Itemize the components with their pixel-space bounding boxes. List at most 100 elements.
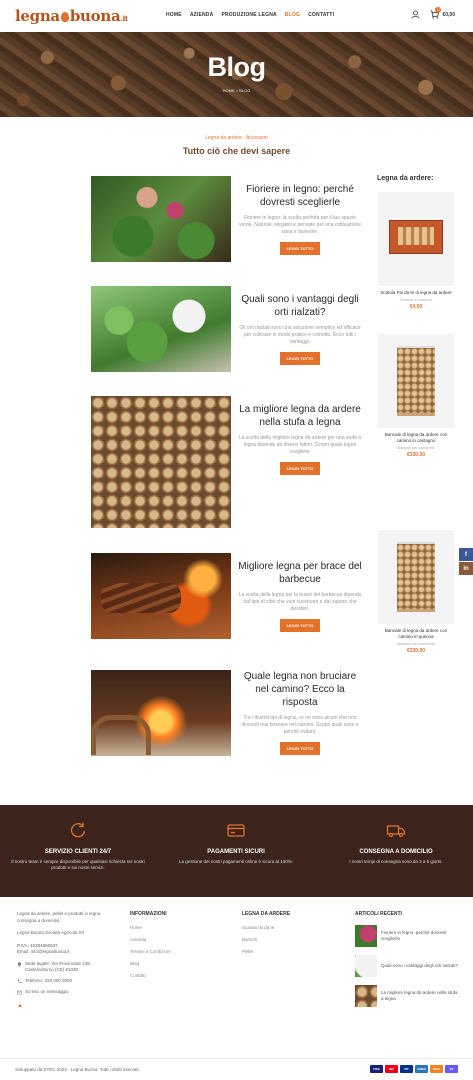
post-excerpt: Fioriere in legno: la scelta perfetta pe… [238,215,362,235]
pallet-decor [397,346,435,416]
post-stufa: La migliore legna da ardere nella stufa … [238,403,362,475]
post-title[interactable]: Quale legna non bruciare nel camino? Ecc… [238,670,362,709]
service-payments: PAGAMENTI SICURI La gestione dei nostri … [166,820,306,865]
sidebar-title: Legna da ardere: [377,175,434,182]
product-card[interactable]: Bancale di legna da ardere con camino in… [377,334,455,458]
pallet-decor [397,542,435,612]
product-image[interactable] [377,530,455,624]
cart-button[interactable]: 0 €0,00 [430,7,455,19]
footer-col-title: INFORMAZIONI [130,911,167,917]
location-icon [17,961,22,967]
service-text: I nostri tempi di consegna sono da 3 a 5… [349,859,443,864]
read-more-button[interactable]: LEGGI TUTTO [279,462,321,475]
recent-post-title[interactable]: Quali sono i vantaggi degli orti rialzat… [381,963,458,969]
footer-email-office: Email: info@legnabuona.it [17,949,70,954]
service-title: CONSEGNA A DOMICILIO [359,849,433,855]
product-price: €330,00 [406,648,426,654]
site-logo[interactable]: legna buona.it [15,7,128,25]
product-price: €330,00 [406,452,426,458]
nav-item-home[interactable]: HOME [166,12,182,18]
footer-link[interactable]: Pellet [242,949,332,954]
recent-post[interactable]: La migliore legna da ardere nella stufa … [355,985,460,1007]
recent-post-thumb[interactable] [355,955,377,977]
service-text: La gestione dei nostri pagamenti online … [178,859,294,864]
user-icon[interactable] [411,10,420,19]
footer-col-title: LEGNA DA ARDERE [242,911,291,917]
footer-link[interactable]: Bancali [242,937,332,942]
copyright-text: Sviluppato da XTEC 2023 - Legna Buona. T… [15,1067,139,1072]
nav-item-produzione[interactable]: PRODUZIONE LEGNA [221,12,276,18]
recent-post[interactable]: Quali sono i vantaggi degli orti rialzat… [355,955,460,977]
product-category[interactable]: Bancali per caminetti [377,445,455,450]
recent-post-title[interactable]: Fioriere in legno: perché dovresti scegl… [381,930,460,942]
footer-about-text: Legna da ardere, pellet e prodotti in le… [17,911,102,923]
recent-post-title[interactable]: La migliore legna da ardere nella stufa … [381,990,460,1002]
footer-link[interactable]: Home [130,925,220,930]
post-image-camino[interactable] [91,670,231,756]
post-fioriere: Fioriere in legno: perché dovresti scegl… [238,183,362,255]
post-image-fioriere[interactable] [91,176,231,262]
service-support: SERVIZIO CLIENTI 24/7 Il nostro team è s… [8,820,148,871]
footer-link[interactable]: Blog [130,961,220,966]
product-image[interactable] [377,334,455,428]
read-more-button[interactable]: LEGGI TUTTO [279,619,321,632]
site-header: legna buona.it HOME AZIENDA PRODUZIONE LE… [0,0,473,32]
post-title[interactable]: Migliore legna per brace del barbecue [238,560,362,586]
services-band: SERVIZIO CLIENTI 24/7 Il nostro team è s… [0,805,473,897]
product-name[interactable]: Bancale di legna da ardere con camino in… [377,432,455,444]
read-more-button[interactable]: LEGGI TUTTO [279,242,321,255]
post-title[interactable]: La migliore legna da ardere nella stufa … [238,403,362,429]
footer-address: Sede legale: Via Provinciale 148, Castel… [17,961,109,973]
footer-recent-col: ARTICOLI RECENTI Fioriere in legno: perc… [355,911,460,1015]
service-title: SERVIZIO CLIENTI 24/7 [44,849,112,855]
footer-link[interactable]: Contatti [130,973,220,978]
footer-company: Legna Buona Società Agricola Srl [17,930,85,935]
flame-icon [60,12,69,22]
paypal-icon: PP [400,1065,413,1073]
footer-bottom-bar: Sviluppato da XTEC 2023 - Legna Buona. T… [0,1058,473,1080]
post-image-barbecue[interactable] [91,553,231,639]
post-title[interactable]: Quali sono i vantaggi degli orti rialzat… [238,293,362,319]
product-price: €4,00 [409,304,423,310]
post-title[interactable]: Fioriere in legno: perché dovresti scegl… [238,183,362,209]
product-card[interactable]: Bancale di legna da ardere con camino in… [377,530,455,654]
footer-contact-link[interactable]: Scrivici un messaggio [17,989,109,995]
product-card[interactable]: Scatola Fai da te di legna da ardere Sca… [377,192,455,310]
product-category[interactable]: Bancali per caminetti [377,641,455,646]
breadcrumb[interactable]: HOME > BLOG [0,88,473,93]
footer-link[interactable]: Scatola fai da te [242,925,332,930]
footer-contact-text: Scrivici un messaggio [25,988,69,994]
post-excerpt: La scelta della legna per la brace del b… [238,592,362,612]
nav-item-blog[interactable]: BLOG [285,12,300,18]
recent-post-thumb[interactable] [355,925,377,947]
credit-card-icon [227,824,245,837]
post-image-orti[interactable] [91,286,231,372]
footer-address-text: Sede legale: Via Provinciale 148, Castel… [25,960,91,972]
footer-phone[interactable]: Telefono: 333 000 0000 [17,978,109,984]
instagram-icon[interactable]: in [459,562,473,575]
service-title: PAGAMENTI SICURI [207,849,265,855]
refresh-icon [70,822,86,838]
product-name[interactable]: Scatola Fai da te di legna da ardere [377,290,455,296]
logo-text-main: legna [15,7,60,25]
cart-count-badge: 0 [435,7,442,13]
facebook-icon[interactable]: f [459,548,473,561]
page-title: Blog [207,52,267,82]
footer-link[interactable]: Azienda [130,937,220,942]
product-image[interactable] [377,192,455,286]
post-image-stufa[interactable] [91,396,231,528]
footer-link[interactable]: Termini e Condizioni [130,949,220,954]
cart-total: €0,00 [442,11,455,18]
read-more-button[interactable]: LEGGI TUTTO [279,352,321,365]
product-category[interactable]: Scatole in cartone [377,297,455,302]
post-excerpt: La scelta della migliore legna da ardere… [238,435,362,455]
nav-item-contatti[interactable]: CONTATTI [308,12,334,18]
post-orti: Quali sono i vantaggi degli orti rialzat… [238,293,362,365]
product-name[interactable]: Bancale di legna da ardere con camino in… [377,628,455,640]
footer-col-title: ARTICOLI RECENTI [355,911,402,917]
nav-item-azienda[interactable]: AZIENDA [190,12,214,18]
chair-decor [91,715,151,755]
read-more-button[interactable]: LEGGI TUTTO [279,742,321,755]
recent-post[interactable]: Fioriere in legno: perché dovresti scegl… [355,925,460,947]
recent-post-thumb[interactable] [355,985,377,1007]
